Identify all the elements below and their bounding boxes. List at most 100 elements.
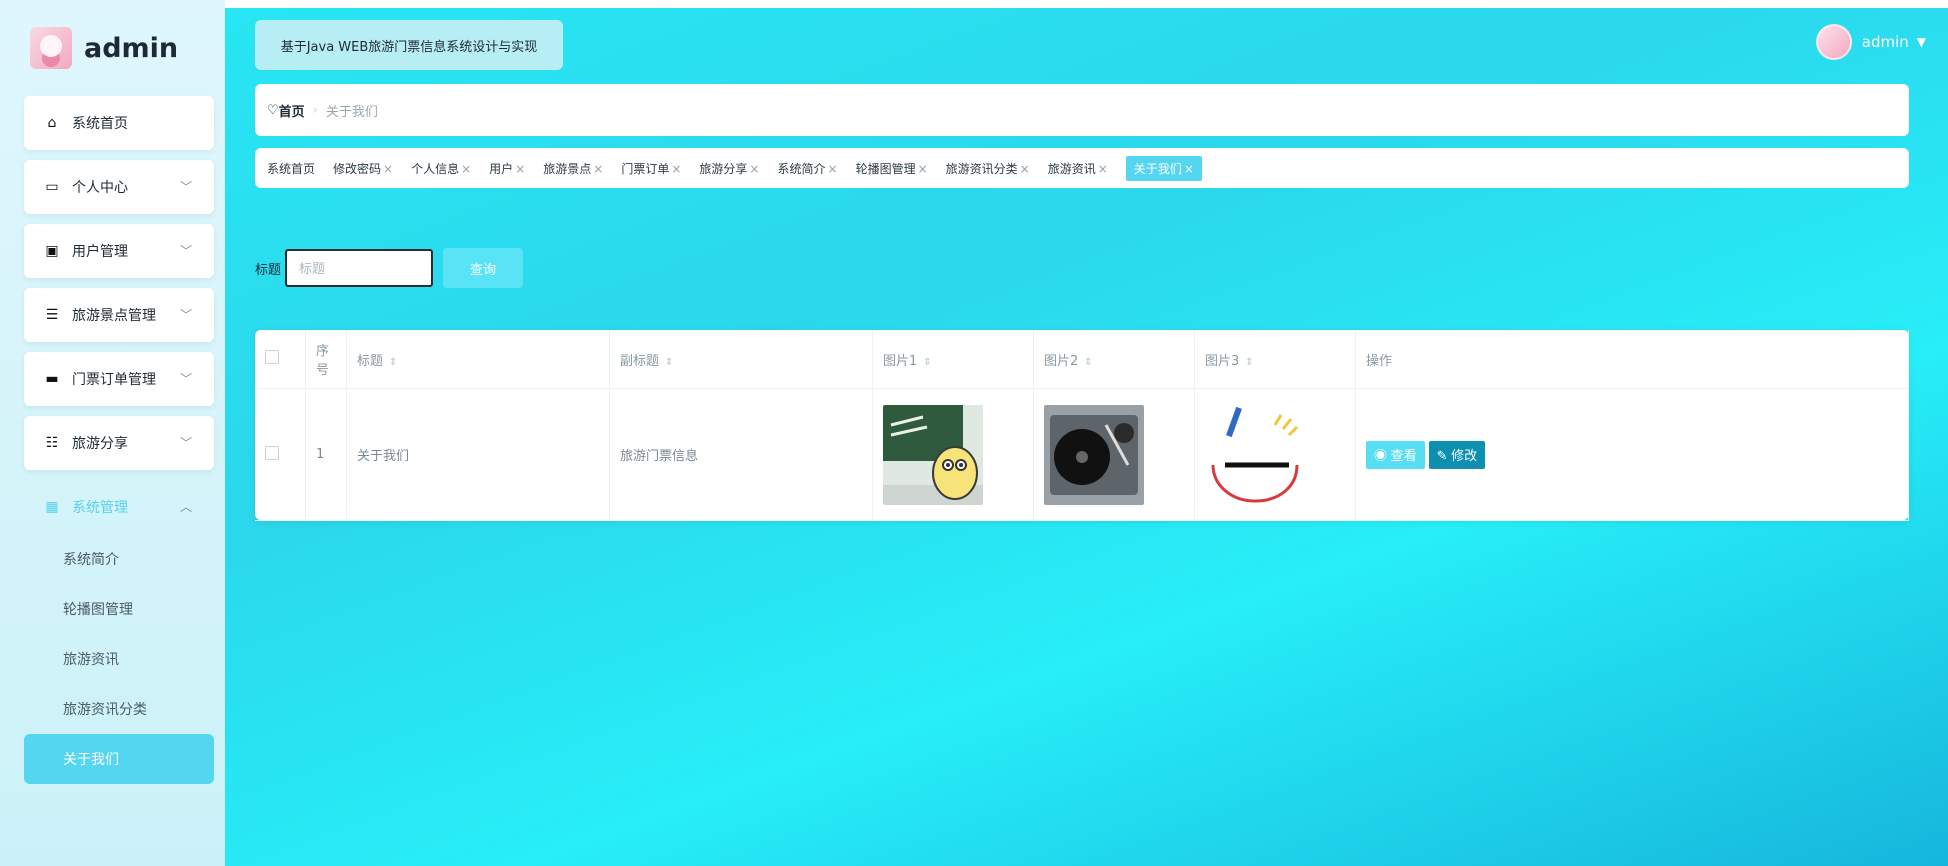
search-row: 标题 查询 <box>255 248 524 288</box>
chevron-down-icon: ﹀ <box>179 308 192 322</box>
tab-personal-info[interactable]: 个人信息 × <box>411 160 471 177</box>
sort-icon[interactable]: ⇕ <box>923 357 931 368</box>
sort-icon[interactable]: ⇕ <box>389 357 397 368</box>
row-index: 1 <box>305 388 347 521</box>
header-image1[interactable]: 图片1 ⇕ <box>872 330 1034 389</box>
close-icon[interactable]: × <box>918 162 928 176</box>
sidebar-item-label: 旅游景点管理 <box>72 308 156 324</box>
tab-change-password[interactable]: 修改密码 × <box>333 160 393 177</box>
tab-user[interactable]: 用户 × <box>489 160 525 177</box>
sidebar-subitem-news-category[interactable]: 旅游资讯分类 <box>24 684 214 734</box>
sidebar-item-system-management[interactable]: ▦ 系统管理 ︿ <box>24 480 214 534</box>
sidebar-item-user-management[interactable]: ▣ 用户管理 ﹀ <box>24 224 214 278</box>
tab-label: 旅游资讯 <box>1047 161 1096 176</box>
data-table: 序号 标题 ⇕ 副标题 ⇕ 图片1 ⇕ 图片2 ⇕ 图片3 ⇕ 操作 1 关于我们 旅游 <box>255 330 1909 521</box>
close-icon[interactable]: × <box>828 162 838 176</box>
chevron-down-icon: ﹀ <box>179 180 192 194</box>
sidebar-item-label: 个人中心 <box>72 180 128 196</box>
close-icon[interactable]: × <box>1020 162 1030 176</box>
tab-travel-share[interactable]: 旅游分享 × <box>699 160 759 177</box>
close-icon[interactable]: × <box>515 162 525 176</box>
close-icon[interactable]: × <box>593 162 603 176</box>
chevron-down-icon: ﹀ <box>179 436 192 450</box>
header-subtitle[interactable]: 副标题 ⇕ <box>609 330 873 389</box>
sort-icon[interactable]: ⇕ <box>665 357 673 368</box>
sliders-icon: ☷ <box>45 435 59 451</box>
sidebar-item-attractions[interactable]: ☰ 旅游景点管理 ﹀ <box>24 288 214 342</box>
header-title[interactable]: 标题 ⇕ <box>346 330 610 389</box>
sidebar: admin ⌂ 系统首页 ▭ 个人中心 ﹀ ▣ 用户管理 ﹀ ☰ 旅游景点管理 … <box>0 0 225 866</box>
close-icon[interactable]: × <box>1098 162 1108 176</box>
close-icon[interactable]: × <box>671 162 681 176</box>
edit-button-label: 修改 <box>1451 448 1478 463</box>
sidebar-submenu: 系统简介 轮播图管理 旅游资讯 旅游资讯分类 关于我们 <box>24 534 214 784</box>
query-button[interactable]: 查询 <box>443 248 524 288</box>
image1-thumbnail[interactable] <box>883 404 983 505</box>
grid-icon: ▦ <box>45 499 59 515</box>
tab-label: 系统简介 <box>777 161 826 176</box>
sidebar-item-personal-center[interactable]: ▭ 个人中心 ﹀ <box>24 160 214 214</box>
close-icon[interactable]: × <box>383 162 393 176</box>
chat-icon: ▬ <box>45 371 59 387</box>
tab-ticket-orders[interactable]: 门票订单 × <box>621 160 681 177</box>
select-all-cell <box>255 330 306 389</box>
sidebar-item-label: 门票订单管理 <box>72 372 156 388</box>
sidebar-item-home[interactable]: ⌂ 系统首页 <box>24 96 214 150</box>
sidebar-item-label: 系统管理 <box>72 500 128 516</box>
sidebar-subitem-about-us[interactable]: 关于我们 <box>24 734 214 784</box>
tab-label: 轮播图管理 <box>855 161 916 176</box>
row-select-cell <box>255 388 306 521</box>
close-icon[interactable]: × <box>461 162 471 176</box>
image3-thumbnail[interactable] <box>1205 404 1305 505</box>
user-icon: ▣ <box>45 243 59 259</box>
image2-thumbnail[interactable] <box>1044 404 1144 505</box>
close-icon[interactable]: × <box>1184 162 1194 176</box>
brand-avatar <box>30 27 72 69</box>
sort-icon[interactable]: ⇕ <box>1245 357 1253 368</box>
view-button[interactable]: ◉ 查看 <box>1366 440 1425 469</box>
sort-icon[interactable]: ⇕ <box>1084 357 1092 368</box>
close-icon[interactable]: × <box>749 162 759 176</box>
brand: admin <box>30 26 178 70</box>
tab-system-home[interactable]: 系统首页 <box>267 160 315 177</box>
breadcrumb-home[interactable]: 首页 <box>279 101 305 120</box>
tab-attractions[interactable]: 旅游景点 × <box>543 160 603 177</box>
user-avatar <box>1815 24 1852 60</box>
table-row: 1 关于我们 旅游门票信息 ◉ 查看 ✎ 修改 <box>255 388 1909 521</box>
chevron-up-icon: ︿ <box>179 500 192 514</box>
user-menu[interactable]: admin ▼ <box>1815 24 1926 60</box>
tab-news-category[interactable]: 旅游资讯分类 × <box>946 160 1030 177</box>
header-image3[interactable]: 图片3 ⇕ <box>1194 330 1356 389</box>
header-image2[interactable]: 图片2 ⇕ <box>1033 330 1195 389</box>
tab-label: 旅游资讯分类 <box>945 161 1018 176</box>
eye-icon: ◉ <box>1374 448 1391 463</box>
user-name: admin <box>1861 33 1909 51</box>
sidebar-item-label: 旅游分享 <box>72 436 128 452</box>
heart-icon: ♡ <box>267 102 279 118</box>
tab-system-intro[interactable]: 系统简介 × <box>777 160 837 177</box>
edit-button[interactable]: ✎ 修改 <box>1428 440 1486 469</box>
tab-about-us[interactable]: 关于我们 × <box>1125 155 1202 181</box>
search-label: 标题 <box>255 262 282 278</box>
row-actions: ◉ 查看 ✎ 修改 <box>1355 388 1909 521</box>
select-all-checkbox[interactable] <box>265 350 279 364</box>
tab-news[interactable]: 旅游资讯 × <box>1048 160 1108 177</box>
tab-label: 系统首页 <box>267 161 316 176</box>
sidebar-subitem-carousel[interactable]: 轮播图管理 <box>24 584 214 634</box>
tab-label: 旅游分享 <box>699 161 748 176</box>
sidebar-menu: ⌂ 系统首页 ▭ 个人中心 ﹀ ▣ 用户管理 ﹀ ☰ 旅游景点管理 ﹀ ▬ 门票… <box>24 96 214 784</box>
main-content: 基于Java WEB旅游门票信息系统设计与实现 admin ▼ ♡ 首页 › 关… <box>225 8 1948 866</box>
sidebar-item-label: 系统首页 <box>72 116 128 132</box>
row-checkbox[interactable] <box>265 445 279 460</box>
view-button-label: 查看 <box>1390 448 1417 463</box>
table-header-row: 序号 标题 ⇕ 副标题 ⇕ 图片1 ⇕ 图片2 ⇕ 图片3 ⇕ 操作 <box>255 330 1909 389</box>
sidebar-item-travel-share[interactable]: ☷ 旅游分享 ﹀ <box>24 416 214 470</box>
tab-carousel[interactable]: 轮播图管理 × <box>856 160 928 177</box>
row-subtitle: 旅游门票信息 <box>609 388 873 521</box>
sidebar-item-ticket-orders[interactable]: ▬ 门票订单管理 ﹀ <box>24 352 214 406</box>
sidebar-subitem-system-intro[interactable]: 系统简介 <box>24 534 214 584</box>
sidebar-subitem-news[interactable]: 旅游资讯 <box>24 634 214 684</box>
brand-name: admin <box>84 32 179 64</box>
title-search-input[interactable] <box>285 249 434 287</box>
tabs-bar: 系统首页 修改密码 × 个人信息 × 用户 × 旅游景点 × 门票订单 × 旅游分享 × 系… <box>255 148 1909 188</box>
